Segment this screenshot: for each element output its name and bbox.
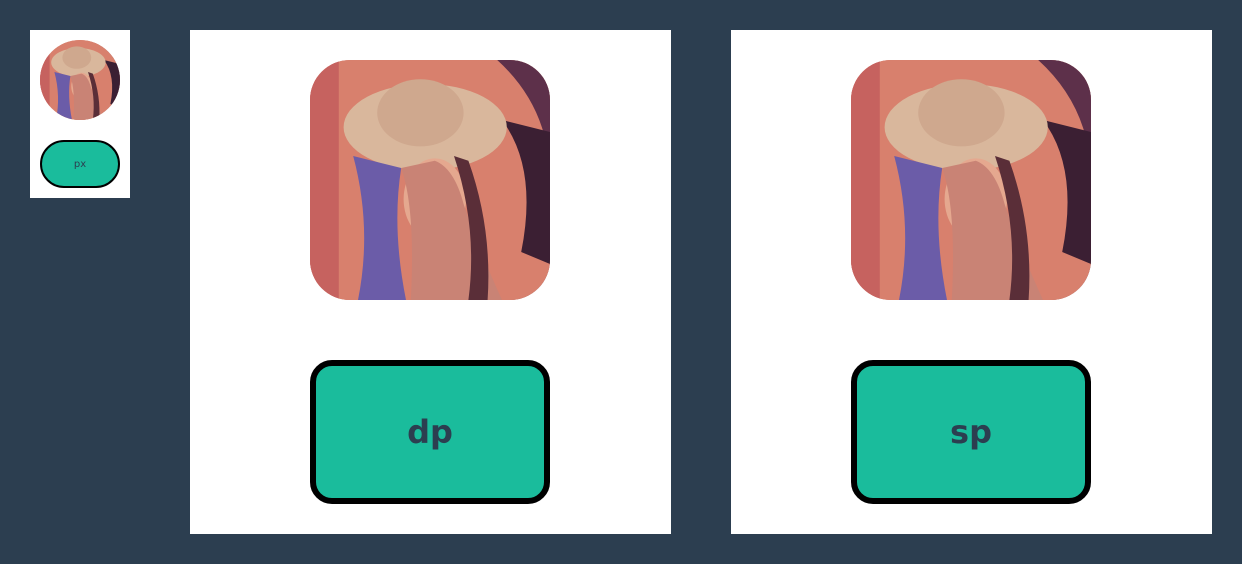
px-button[interactable]: px	[40, 140, 120, 188]
portrait-photo	[40, 40, 120, 120]
dp-demo-panel: dp	[190, 30, 671, 534]
dp-button[interactable]: dp	[310, 360, 550, 504]
px-demo-panel: px	[30, 30, 130, 198]
dp-button-label: dp	[407, 413, 453, 451]
sp-demo-panel: sp	[731, 30, 1212, 534]
sp-button-label: sp	[950, 413, 992, 451]
portrait-photo-art	[310, 60, 550, 300]
portrait-photo-art	[851, 60, 1091, 300]
px-button-label: px	[73, 158, 87, 170]
portrait-photo	[851, 60, 1091, 300]
sp-button[interactable]: sp	[851, 360, 1091, 504]
portrait-photo-art	[40, 40, 120, 120]
portrait-photo	[310, 60, 550, 300]
